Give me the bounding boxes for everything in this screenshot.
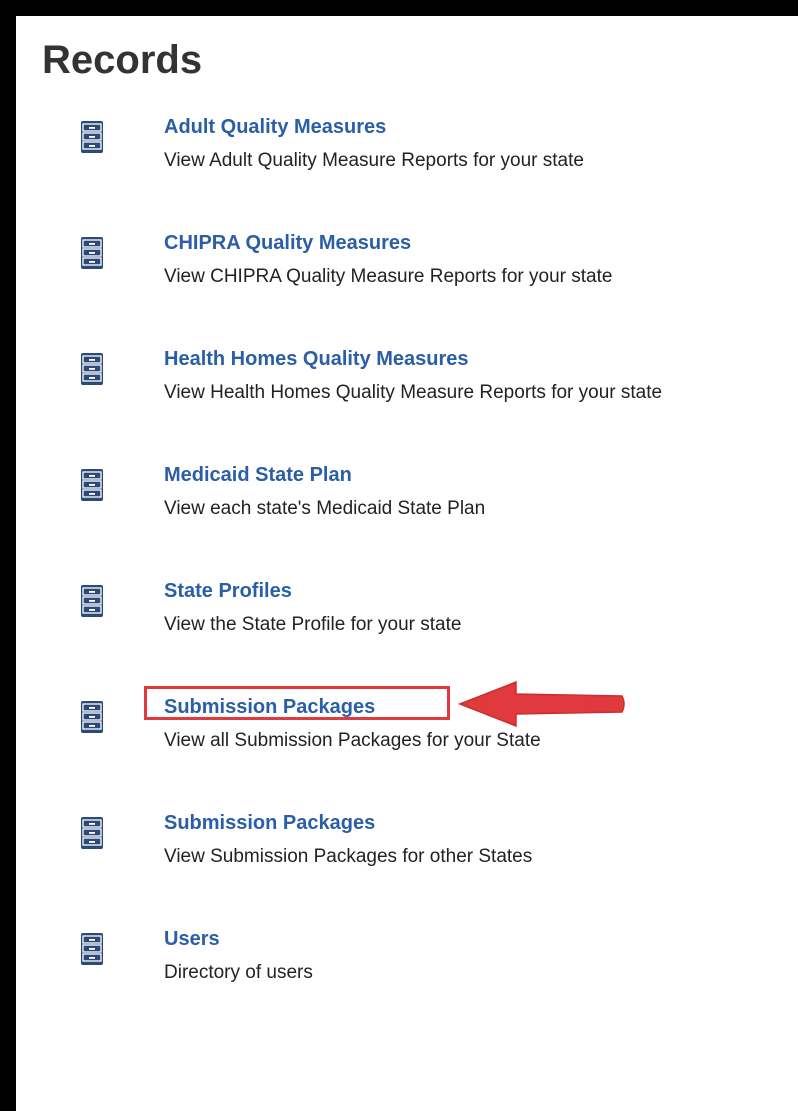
chipra-quality-measures-link[interactable]: CHIPRA Quality Measures [164,232,411,255]
medicaid-state-plan-link[interactable]: Medicaid State Plan [164,464,352,487]
file-cabinet-icon [79,584,105,618]
records-panel: Records Adult Quality Measures View Adul… [16,16,798,1111]
record-item-submission-packages-other-states: Submission Packages View Submission Pack… [16,812,798,892]
record-item-adult-quality-measures: Adult Quality Measures View Adult Qualit… [16,116,798,196]
file-cabinet-icon [79,120,105,154]
record-item-state-profiles: State Profiles View the State Profile fo… [16,580,798,660]
record-description: Directory of users [164,962,313,983]
state-profiles-link[interactable]: State Profiles [164,580,292,603]
record-description: View all Submission Packages for your St… [164,730,541,751]
file-cabinet-icon [79,352,105,386]
file-cabinet-icon [79,468,105,502]
file-cabinet-icon [79,932,105,966]
page-title: Records [42,38,203,82]
record-item-health-homes-quality-measures: Health Homes Quality Measures View Healt… [16,348,798,428]
submission-packages-other-states-link[interactable]: Submission Packages [164,812,375,835]
record-item-users: Users Directory of users [16,928,798,1008]
record-description: View Health Homes Quality Measure Report… [164,382,663,403]
record-item-chipra-quality-measures: CHIPRA Quality Measures View CHIPRA Qual… [16,232,798,312]
file-cabinet-icon [79,816,105,850]
highlight-box [144,686,450,720]
health-homes-quality-measures-link[interactable]: Health Homes Quality Measures [164,348,469,371]
record-description: View CHIPRA Quality Measure Reports for … [164,266,613,287]
file-cabinet-icon [79,700,105,734]
record-description: View Adult Quality Measure Reports for y… [164,150,584,171]
adult-quality-measures-link[interactable]: Adult Quality Measures [164,116,386,139]
record-description: View Submission Packages for other State… [164,846,533,867]
record-description: View each state's Medicaid State Plan [164,498,486,519]
record-description: View the State Profile for your state [164,614,462,635]
red-arrow-annotation-icon [457,680,625,728]
file-cabinet-icon [79,236,105,270]
users-link[interactable]: Users [164,928,220,951]
record-item-medicaid-state-plan: Medicaid State Plan View each state's Me… [16,464,798,544]
